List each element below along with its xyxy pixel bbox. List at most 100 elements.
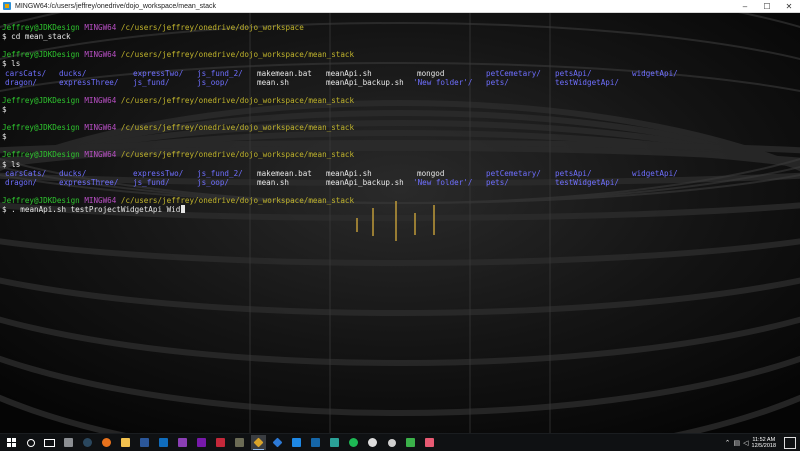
dir-item: js_fund_2/ [197, 68, 243, 78]
taskbar-app-pink[interactable] [422, 435, 437, 450]
taskbar-app-red[interactable] [213, 435, 228, 450]
title-bar[interactable]: MINGW64:/c/users/jeffrey/onedrive/dojo_w… [0, 0, 800, 13]
app-teal-icon [330, 438, 339, 447]
search-button[interactable] [23, 435, 38, 450]
taskbar: ⌃ ▤ ◁ 11:52 AM 12/5/2018 [0, 433, 800, 451]
taskbar-app-green[interactable] [403, 435, 418, 450]
command-text: cd mean_stack [11, 32, 71, 42]
dir-item: pets/ [486, 77, 509, 87]
app-red-icon [216, 438, 225, 447]
mingw-icon [3, 2, 11, 10]
taskbar-github[interactable] [365, 435, 380, 450]
prompt-host: MINGW64 [84, 23, 117, 33]
taskbar-file-manager[interactable] [61, 435, 76, 450]
terminal-window: MINGW64:/c/users/jeffrey/onedrive/dojo_w… [0, 0, 800, 433]
taskbar-app-purple[interactable] [175, 435, 190, 450]
taskbar-steam[interactable] [80, 435, 95, 450]
taskbar-app-blue[interactable] [289, 435, 304, 450]
taskbar-word[interactable] [137, 435, 152, 450]
word-icon [140, 438, 149, 447]
taskbar-app-blue-2[interactable] [308, 435, 323, 450]
dir-item: testWidgetApi/ [555, 177, 620, 187]
maximize-button[interactable]: ☐ [756, 0, 778, 12]
command-line: $ ls [2, 59, 21, 69]
git-bash-icon [253, 437, 264, 448]
ls-output-row: dragon/ expressThree/ js_fund/ js_oop/ m… [2, 78, 792, 87]
text-cursor [181, 204, 186, 213]
taskbar-firefox[interactable] [99, 435, 114, 450]
taskbar-git-bash[interactable] [251, 435, 266, 450]
taskbar-spotify[interactable] [346, 435, 361, 450]
prompt-user: Jeffrey@JDKDesign [2, 23, 80, 33]
command-line: $ ls [2, 159, 21, 169]
github-icon [368, 438, 377, 447]
app-blue-2-icon [311, 438, 320, 447]
dir-item: petsApi/ [555, 168, 592, 178]
file-item: mean.sh [257, 77, 290, 87]
dir-item: dragon/ [5, 77, 38, 87]
steam-icon [83, 438, 92, 447]
active-command-line[interactable]: $ . meanApi.sh testProjectWidgetApi Wid [2, 204, 792, 214]
file-item: makemean.bat [257, 68, 312, 78]
ls-output-row: dragon/ expressThree/ js_fund/ js_oop/ m… [2, 178, 792, 187]
dir-item: petCemetary/ [486, 168, 541, 178]
ls-output-row: carsCats/ ducks/ expressTwo/ js_fund_2/ … [2, 169, 792, 178]
dir-item: dragon/ [5, 177, 38, 187]
taskbar-app-dark[interactable] [232, 435, 247, 450]
close-button[interactable]: ✕ [778, 0, 800, 12]
taskbar-settings[interactable] [384, 435, 399, 450]
file-item: mongod [417, 168, 445, 178]
prompt-line: Jeffrey@JDKDesign MINGW64 /c/users/jeffr… [2, 123, 355, 133]
app-green-icon [406, 438, 415, 447]
terminal-content[interactable]: Jeffrey@JDKDesign MINGW64 /c/users/jeffr… [2, 14, 792, 432]
prompt-line: Jeffrey@JDKDesign MINGW64 /c/users/jeffr… [2, 23, 792, 32]
dir-item: 'New folder'/ [413, 177, 473, 187]
taskbar-sourcetree[interactable] [270, 435, 285, 450]
dir-item: ducks/ [59, 68, 87, 78]
app-dark-icon [235, 438, 244, 447]
onenote-icon [197, 438, 206, 447]
app-pink-icon [425, 438, 434, 447]
prompt-line: Jeffrey@JDKDesign MINGW64 /c/users/jeffr… [2, 195, 355, 205]
volume-icon[interactable]: ◁ [743, 439, 748, 447]
dir-item: js_oop/ [197, 77, 230, 87]
dir-item: js_fund/ [133, 177, 170, 187]
chevron-up-icon[interactable]: ⌃ [725, 439, 731, 447]
prompt-path: /c/users/jeffrey/onedrive/dojo_workspace [120, 23, 304, 33]
task-view-button[interactable] [42, 435, 57, 450]
file-item: mongod [417, 68, 445, 78]
notification-icon[interactable] [784, 436, 796, 449]
gear-icon [387, 438, 396, 447]
clock[interactable]: 11:52 AM 12/5/2018 [752, 437, 776, 449]
dir-item: petsApi/ [555, 68, 592, 78]
window-title: MINGW64:/c/users/jeffrey/onedrive/dojo_w… [15, 2, 217, 10]
dir-item: expressThree/ [59, 77, 119, 87]
windows-logo-icon [7, 438, 16, 447]
outlook-icon [159, 438, 168, 447]
clock-date: 12/5/2018 [751, 442, 776, 449]
file-manager-icon [64, 438, 73, 447]
minimize-button[interactable]: – [734, 0, 756, 12]
dir-item: expressTwo/ [133, 168, 184, 178]
command-line: $ cd mean_stack [2, 32, 71, 42]
file-item: mean.sh [257, 177, 290, 187]
dir-item: js_fund/ [133, 77, 170, 87]
file-item: meanApi.sh [326, 68, 372, 78]
taskbar-file-explorer[interactable] [118, 435, 133, 450]
dir-item: expressTwo/ [133, 68, 184, 78]
network-icon[interactable]: ▤ [734, 439, 741, 447]
ls-output-row: carsCats/ ducks/ expressTwo/ js_fund_2/ … [2, 69, 792, 78]
dir-item: testWidgetApi/ [555, 77, 620, 87]
app-blue-icon [292, 438, 301, 447]
taskbar-outlook[interactable] [156, 435, 171, 450]
dir-item: widgetApi/ [632, 68, 678, 78]
start-button[interactable] [4, 435, 19, 450]
dir-item: carsCats/ [5, 168, 47, 178]
file-item: makemean.bat [257, 168, 312, 178]
taskbar-onenote[interactable] [194, 435, 209, 450]
dir-item: expressThree/ [59, 177, 119, 187]
active-command-text: . meanApi.sh testProjectWidgetApi Wid [11, 204, 181, 214]
system-tray: ⌃ ▤ ◁ 11:52 AM 12/5/2018 [725, 434, 800, 451]
dir-item: js_oop/ [197, 177, 230, 187]
taskbar-app-teal[interactable] [327, 435, 342, 450]
